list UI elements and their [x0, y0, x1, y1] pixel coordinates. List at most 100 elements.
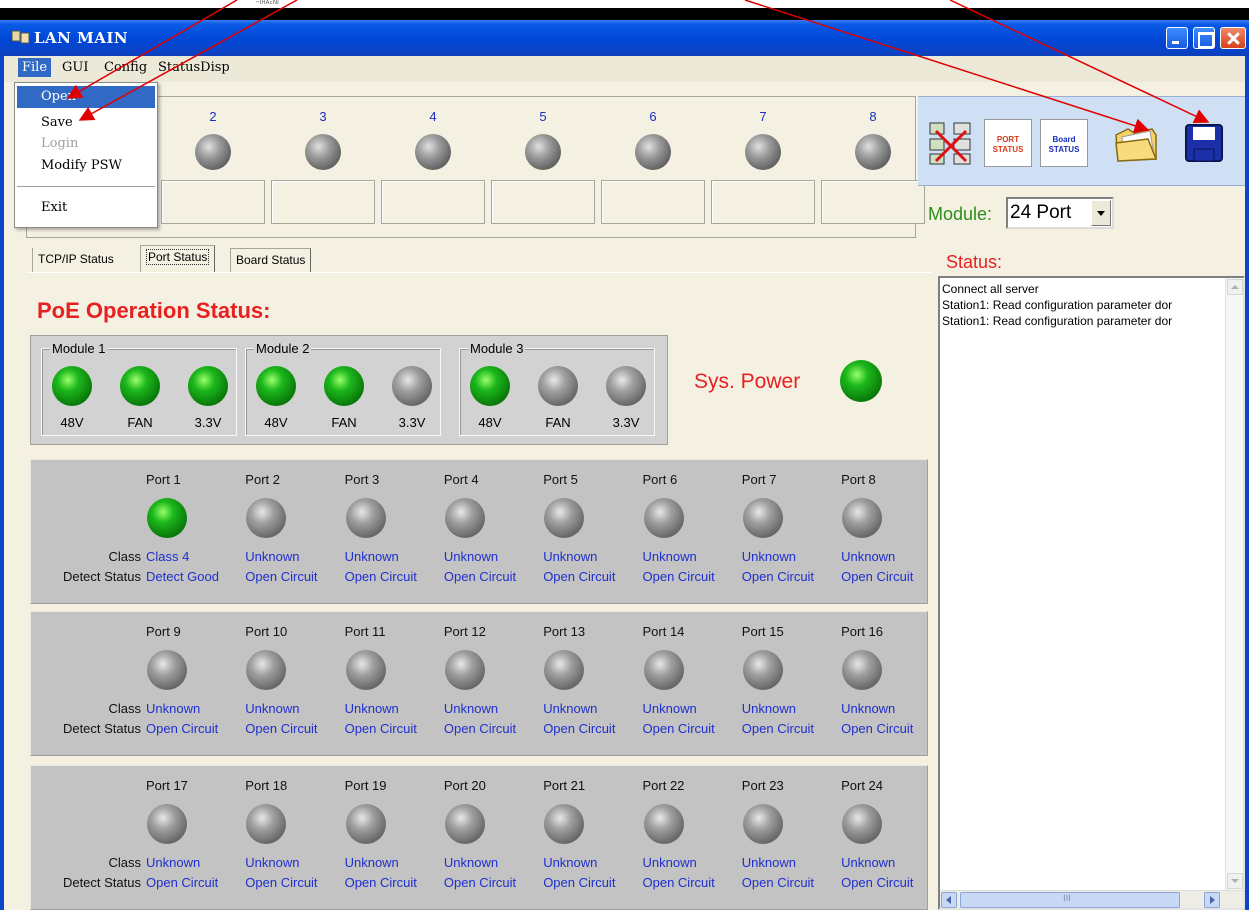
- port-name: Port 5: [543, 472, 578, 487]
- station-box[interactable]: [161, 180, 265, 224]
- port-class: Unknown: [245, 701, 300, 716]
- menu-item-open[interactable]: Open: [17, 86, 155, 108]
- board-status-label-1: Board: [1052, 135, 1076, 144]
- menu-item-save[interactable]: Save: [17, 112, 155, 134]
- detect-row-label: Detect Status: [62, 721, 141, 736]
- port-class: Unknown: [146, 855, 201, 870]
- module-group: Module 1 48V FAN 3.3V: [41, 341, 237, 436]
- sys-power-label: Sys. Power: [694, 370, 801, 393]
- network-config-icon[interactable]: [926, 119, 974, 167]
- module-led: [324, 366, 364, 406]
- port-class: Unknown: [642, 549, 697, 564]
- title-bar[interactable]: LAN MAIN: [0, 20, 1249, 56]
- top-strip: ᵔᴵᴴᴬᶜᴺᴵ: [0, 0, 1249, 20]
- menu-separator: [17, 186, 155, 187]
- port-class: Unknown: [543, 549, 598, 564]
- port-panel-2: Class Detect Status Port 9 Unknown Open Circ…: [30, 611, 928, 756]
- port-name: Port 13: [543, 624, 586, 639]
- port-class: Unknown: [344, 855, 399, 870]
- menu-bar: File GUI Config StatusDisp: [4, 56, 1245, 82]
- port-name: Port 17: [146, 778, 188, 793]
- station-number: 7: [759, 109, 767, 124]
- station-box[interactable]: [271, 180, 375, 224]
- port-name: Port 2: [245, 472, 280, 487]
- station-number: 4: [429, 109, 437, 124]
- module-led: [470, 366, 510, 406]
- scroll-thumb[interactable]: III: [960, 892, 1180, 908]
- port-led: [643, 498, 684, 538]
- port-class: Unknown: [543, 855, 598, 870]
- port-led: [842, 498, 883, 538]
- module-led-label: 3.3V: [612, 415, 640, 430]
- menu-config[interactable]: Config: [104, 60, 147, 75]
- station-column: 6: [599, 97, 707, 239]
- port-led: [742, 498, 783, 538]
- maximize-button[interactable]: [1193, 27, 1215, 49]
- module-select[interactable]: 24 Port: [1006, 197, 1114, 229]
- station-box[interactable]: [711, 180, 815, 224]
- port-led: [345, 498, 386, 538]
- port-panel-3: Class Detect Status Port 17 Unknown Open Cir…: [30, 765, 928, 910]
- port-detect-status: Open Circuit: [344, 569, 417, 584]
- station-box[interactable]: [381, 180, 485, 224]
- port-name: Port 21: [543, 778, 586, 793]
- station-led: [525, 134, 561, 170]
- tab-tcpip-status[interactable]: TCP/IP Status: [32, 248, 119, 272]
- module-title: Module 1: [50, 341, 108, 356]
- scroll-right-icon[interactable]: [1204, 892, 1220, 908]
- port-led: [544, 650, 585, 690]
- scroll-down-icon[interactable]: [1227, 873, 1243, 889]
- menu-file[interactable]: File: [18, 58, 52, 77]
- port-name: Port 4: [443, 472, 479, 487]
- vertical-scrollbar[interactable]: [1225, 278, 1243, 890]
- minimize-button[interactable]: [1166, 27, 1188, 49]
- port-class: Class 4: [146, 549, 190, 564]
- close-button[interactable]: [1220, 27, 1246, 49]
- port-detect-status: Open Circuit: [443, 569, 517, 584]
- port-class: Unknown: [443, 701, 499, 716]
- open-folder-icon[interactable]: [1112, 119, 1160, 167]
- station-led: [415, 134, 451, 170]
- port-detect-status: Open Circuit: [443, 875, 517, 890]
- port-name: Port 24: [841, 778, 884, 793]
- port-led: [544, 498, 585, 538]
- port-detect-status: Open Circuit: [741, 569, 815, 584]
- status-log[interactable]: Connect all server Station1: Read config…: [938, 276, 1245, 910]
- port-detect-status: Open Circuit: [741, 721, 815, 736]
- scroll-up-icon[interactable]: [1227, 279, 1243, 295]
- port-class: Unknown: [642, 855, 697, 870]
- status-line: Connect all server: [942, 282, 1039, 296]
- menu-gui[interactable]: GUI: [62, 60, 88, 75]
- menu-item-modify-psw[interactable]: Modify PSW: [17, 155, 155, 177]
- menu-statusdisp[interactable]: StatusDisp: [158, 60, 230, 75]
- module-led: [392, 366, 432, 406]
- tab-board-status[interactable]: Board Status: [230, 248, 312, 272]
- port-class: Unknown: [741, 855, 796, 870]
- port-name: Port 7: [741, 472, 777, 487]
- port-led: [147, 498, 187, 538]
- station-number: 5: [539, 109, 547, 124]
- module-led: [538, 366, 578, 406]
- port-status-label-2: STATUS: [992, 145, 1024, 154]
- module-area: Module 1 48V FAN 3.3V Module 2 48V FAN 3.3V Modu…: [30, 335, 668, 445]
- board-status-button[interactable]: Board STATUS: [1040, 119, 1088, 167]
- port-status-button[interactable]: PORT STATUS: [984, 119, 1032, 167]
- station-box[interactable]: [821, 180, 925, 224]
- menu-item-exit[interactable]: Exit: [17, 197, 155, 219]
- port-detect-status: Open Circuit: [543, 569, 616, 584]
- tab-port-status[interactable]: Port Status: [140, 245, 216, 272]
- port-led: [742, 804, 783, 844]
- port-detect-status: Open Circuit: [841, 875, 914, 890]
- port-led: [345, 804, 386, 844]
- menu-item-login: Login: [41, 136, 79, 151]
- scroll-left-icon[interactable]: [941, 892, 957, 908]
- module-group: Module 3 48V FAN 3.3V: [459, 341, 655, 436]
- station-box[interactable]: [491, 180, 595, 224]
- window-title: LAN MAIN: [34, 29, 129, 47]
- horizontal-scrollbar[interactable]: III: [940, 890, 1243, 908]
- floppy-disk-icon[interactable]: [1180, 119, 1228, 167]
- chevron-down-icon[interactable]: [1091, 200, 1111, 226]
- module-led: [52, 366, 92, 406]
- port-class: Unknown: [841, 855, 896, 870]
- station-box[interactable]: [601, 180, 705, 224]
